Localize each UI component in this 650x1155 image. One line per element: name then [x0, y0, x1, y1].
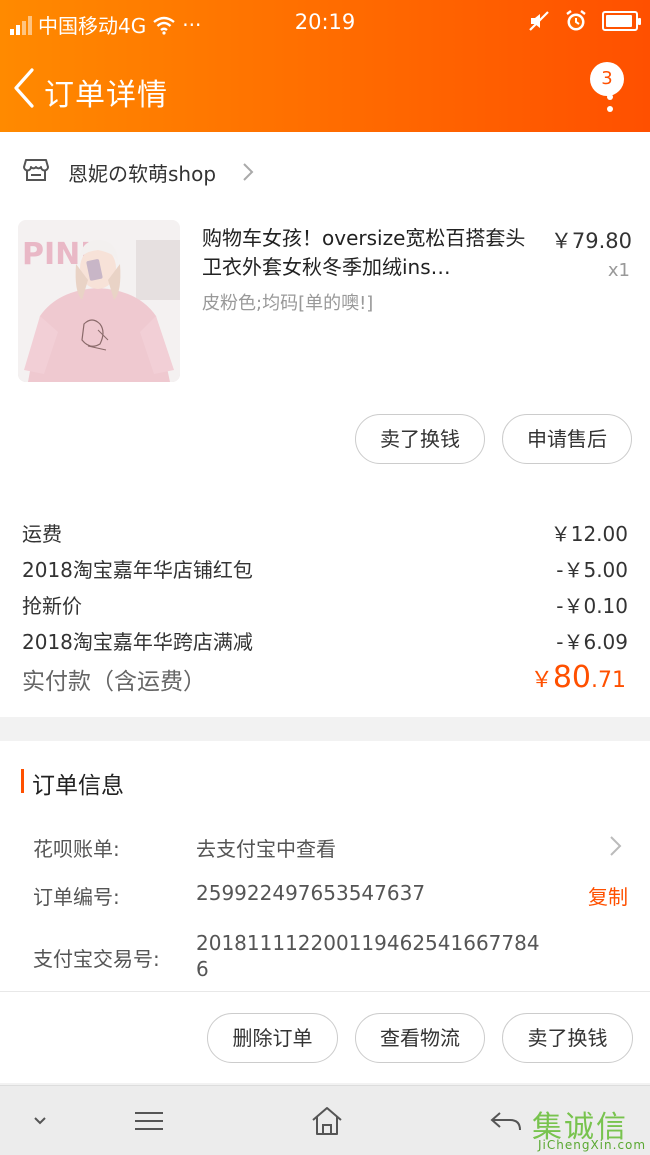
paid-integer: 80	[552, 660, 591, 695]
delete-order-button[interactable]: 删除订单	[207, 1013, 338, 1063]
status-bar: 中国移动4G ··· 20:19	[0, 0, 650, 46]
fee-label: 2018淘宝嘉年华跨店满减	[22, 630, 253, 654]
after-sales-button[interactable]: 申请售后	[502, 414, 632, 464]
chevron-left-icon	[14, 68, 34, 108]
shop-name: 恩妮の软萌shop	[68, 162, 217, 186]
back-nav-button[interactable]	[488, 1104, 524, 1138]
chevron-down-icon	[34, 1117, 46, 1125]
huabei-label: 花呗账单:	[33, 837, 120, 861]
back-button[interactable]	[8, 66, 42, 110]
fee-row: 2018淘宝嘉年华店铺红包 -￥5.00	[22, 554, 628, 583]
more-icon	[607, 94, 613, 100]
nav-bar: 订单详情 3	[0, 46, 650, 132]
page-title: 订单详情	[44, 78, 168, 113]
store-icon	[23, 159, 49, 181]
product-price: ￥79.80	[550, 229, 632, 253]
menu-icon	[135, 1112, 163, 1130]
more-menu-button[interactable]: 3	[590, 56, 630, 116]
divider	[0, 991, 650, 992]
back-arrow-icon	[490, 1112, 521, 1131]
paid-decimal: .71	[591, 668, 626, 693]
chevron-right-icon	[243, 163, 254, 181]
huabei-link[interactable]: 去支付宝中查看	[196, 833, 336, 862]
chevron-right-icon[interactable]	[608, 833, 624, 859]
fee-value: -￥0.10	[556, 594, 628, 618]
alarm-icon	[566, 10, 586, 31]
collapse-button[interactable]	[22, 1104, 58, 1138]
fee-label: 2018淘宝嘉年华店铺红包	[22, 558, 253, 582]
order-info-card: 订单信息 花呗账单: 去支付宝中查看 订单编号: 259922497653547…	[0, 741, 650, 1083]
product-sku: 皮粉色;均码[单的噢!]	[202, 293, 374, 314]
order-number-label: 订单编号:	[33, 885, 120, 909]
fee-label: 运费	[22, 522, 62, 546]
battery-icon	[602, 11, 641, 31]
sell-for-cash-button[interactable]: 卖了换钱	[502, 1013, 633, 1063]
product-photo: PINK	[18, 220, 180, 382]
fee-value: -￥6.09	[556, 630, 628, 654]
home-button[interactable]	[309, 1104, 345, 1138]
copy-button[interactable]: 复制	[588, 881, 628, 910]
product-quantity: x1	[607, 260, 630, 281]
home-icon	[312, 1107, 342, 1135]
view-logistics-button[interactable]: 查看物流	[355, 1013, 485, 1063]
fee-value: ￥12.00	[550, 522, 628, 546]
alipay-trade-number: 201811112200119462541667784	[196, 931, 540, 955]
order-card: 恩妮の软萌shop PINK 购物车女孩！oversize宽松百搭套头卫衣外套女…	[0, 132, 650, 717]
shop-link[interactable]: 恩妮の软萌shop	[0, 152, 650, 192]
mute-icon	[529, 11, 549, 31]
sell-for-cash-button[interactable]: 卖了换钱	[355, 414, 485, 464]
section-title: 订单信息	[32, 773, 124, 799]
paid-label: 实付款（含运费）	[22, 669, 206, 695]
paid-amount: ￥80.71	[531, 660, 626, 695]
paid-currency: ￥	[530, 668, 553, 693]
fee-value: -￥5.00	[556, 558, 628, 582]
alipay-trade-label: 支付宝交易号:	[33, 947, 160, 971]
notification-badge: 3	[590, 62, 624, 96]
product-title[interactable]: 购物车女孩！oversize宽松百搭套头卫衣外套女秋冬季加绒ins…	[202, 224, 538, 282]
fee-row: 2018淘宝嘉年华跨店满减 -￥6.09	[22, 626, 628, 655]
menu-button[interactable]	[131, 1104, 167, 1138]
fee-row: 运费 ￥12.00	[22, 518, 628, 547]
alipay-trade-number-tail: 6	[196, 957, 209, 981]
fee-row: 抢新价 -￥0.10	[22, 590, 628, 619]
section-accent-bar	[21, 769, 24, 793]
system-nav-bar	[0, 1085, 650, 1155]
fee-label: 抢新价	[22, 594, 82, 618]
order-number: 259922497653547637	[196, 881, 426, 905]
product-image[interactable]: PINK	[18, 220, 180, 382]
header: 中国移动4G ··· 20:19 订单详情 3	[0, 0, 650, 132]
